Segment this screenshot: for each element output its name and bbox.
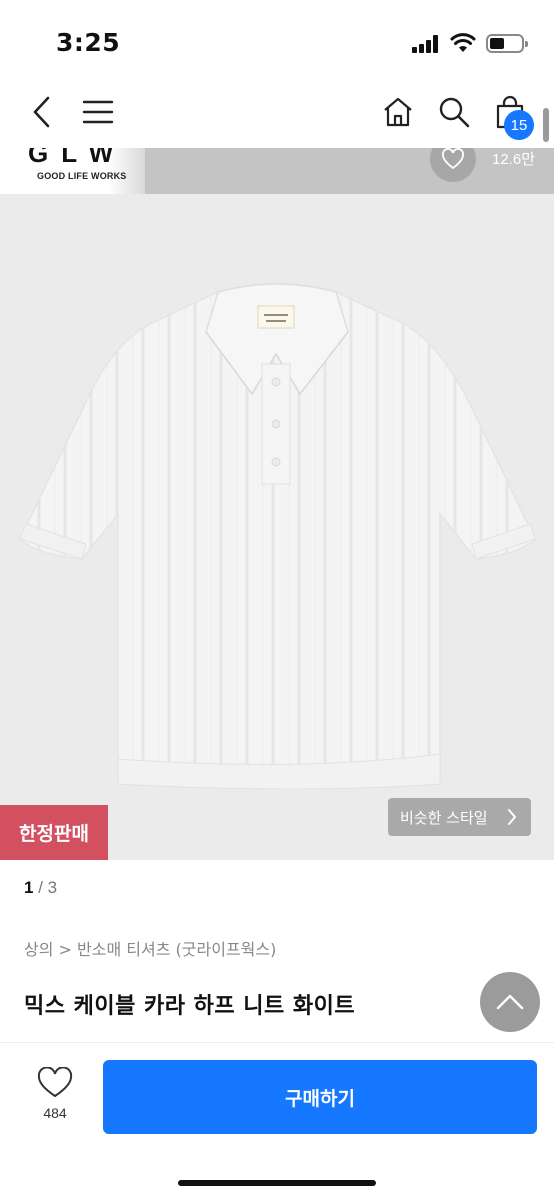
battery-icon — [486, 34, 528, 53]
pager-total: 3 — [47, 878, 58, 897]
brand-tagline: GOOD LIFE WORKS — [37, 171, 127, 181]
heart-icon — [37, 1067, 73, 1098]
similar-style-button[interactable]: 비슷한 스타일 — [388, 798, 531, 836]
hamburger-icon — [82, 100, 114, 124]
wifi-icon — [450, 33, 476, 52]
scroll-to-top-button[interactable] — [480, 972, 540, 1032]
chevron-up-icon — [496, 994, 524, 1010]
product-image-carousel[interactable]: GLW GOOD LIFE WORKS 12.6만 한정판매 비슷한 스타일 — [0, 148, 554, 860]
brand-logo-text: GLW — [28, 148, 127, 168]
similar-style-label: 비슷한 스타일 — [400, 808, 488, 827]
chevron-left-icon — [33, 96, 50, 128]
product-image — [19, 283, 536, 790]
home-button[interactable] — [376, 90, 420, 134]
home-icon — [384, 97, 412, 127]
home-indicator — [178, 1180, 376, 1186]
nav-bar — [0, 80, 554, 148]
status-time: 3:25 — [56, 28, 121, 57]
signal-icon — [412, 35, 440, 53]
like-count: 484 — [43, 1105, 67, 1121]
search-button[interactable] — [432, 90, 476, 134]
product-title: 믹스 케이블 카라 하프 니트 화이트 — [24, 994, 356, 1019]
status-bar: 3:25 — [0, 0, 554, 80]
menu-button[interactable] — [76, 90, 120, 134]
wishlist-count: 12.6만 — [492, 151, 535, 168]
pager-separator: / — [33, 878, 48, 897]
brand-logo[interactable]: GLW GOOD LIFE WORKS — [0, 148, 145, 194]
chevron-right-icon — [508, 809, 516, 825]
scrollbar[interactable] — [543, 108, 549, 142]
cart-count-badge: 15 — [504, 110, 534, 140]
heart-icon — [442, 148, 464, 170]
buy-button[interactable]: 구매하기 — [103, 1060, 537, 1134]
image-pager: 1 / 3 — [24, 878, 57, 898]
limited-sale-badge: 한정판매 — [0, 805, 108, 860]
search-icon — [439, 97, 470, 128]
like-button[interactable]: 484 — [28, 1067, 82, 1133]
bottom-action-bar: 484 구매하기 — [0, 1042, 554, 1200]
back-button[interactable] — [20, 90, 64, 134]
breadcrumb[interactable]: 상의 > 반소매 티셔츠 (굿라이프웍스) — [24, 936, 276, 960]
